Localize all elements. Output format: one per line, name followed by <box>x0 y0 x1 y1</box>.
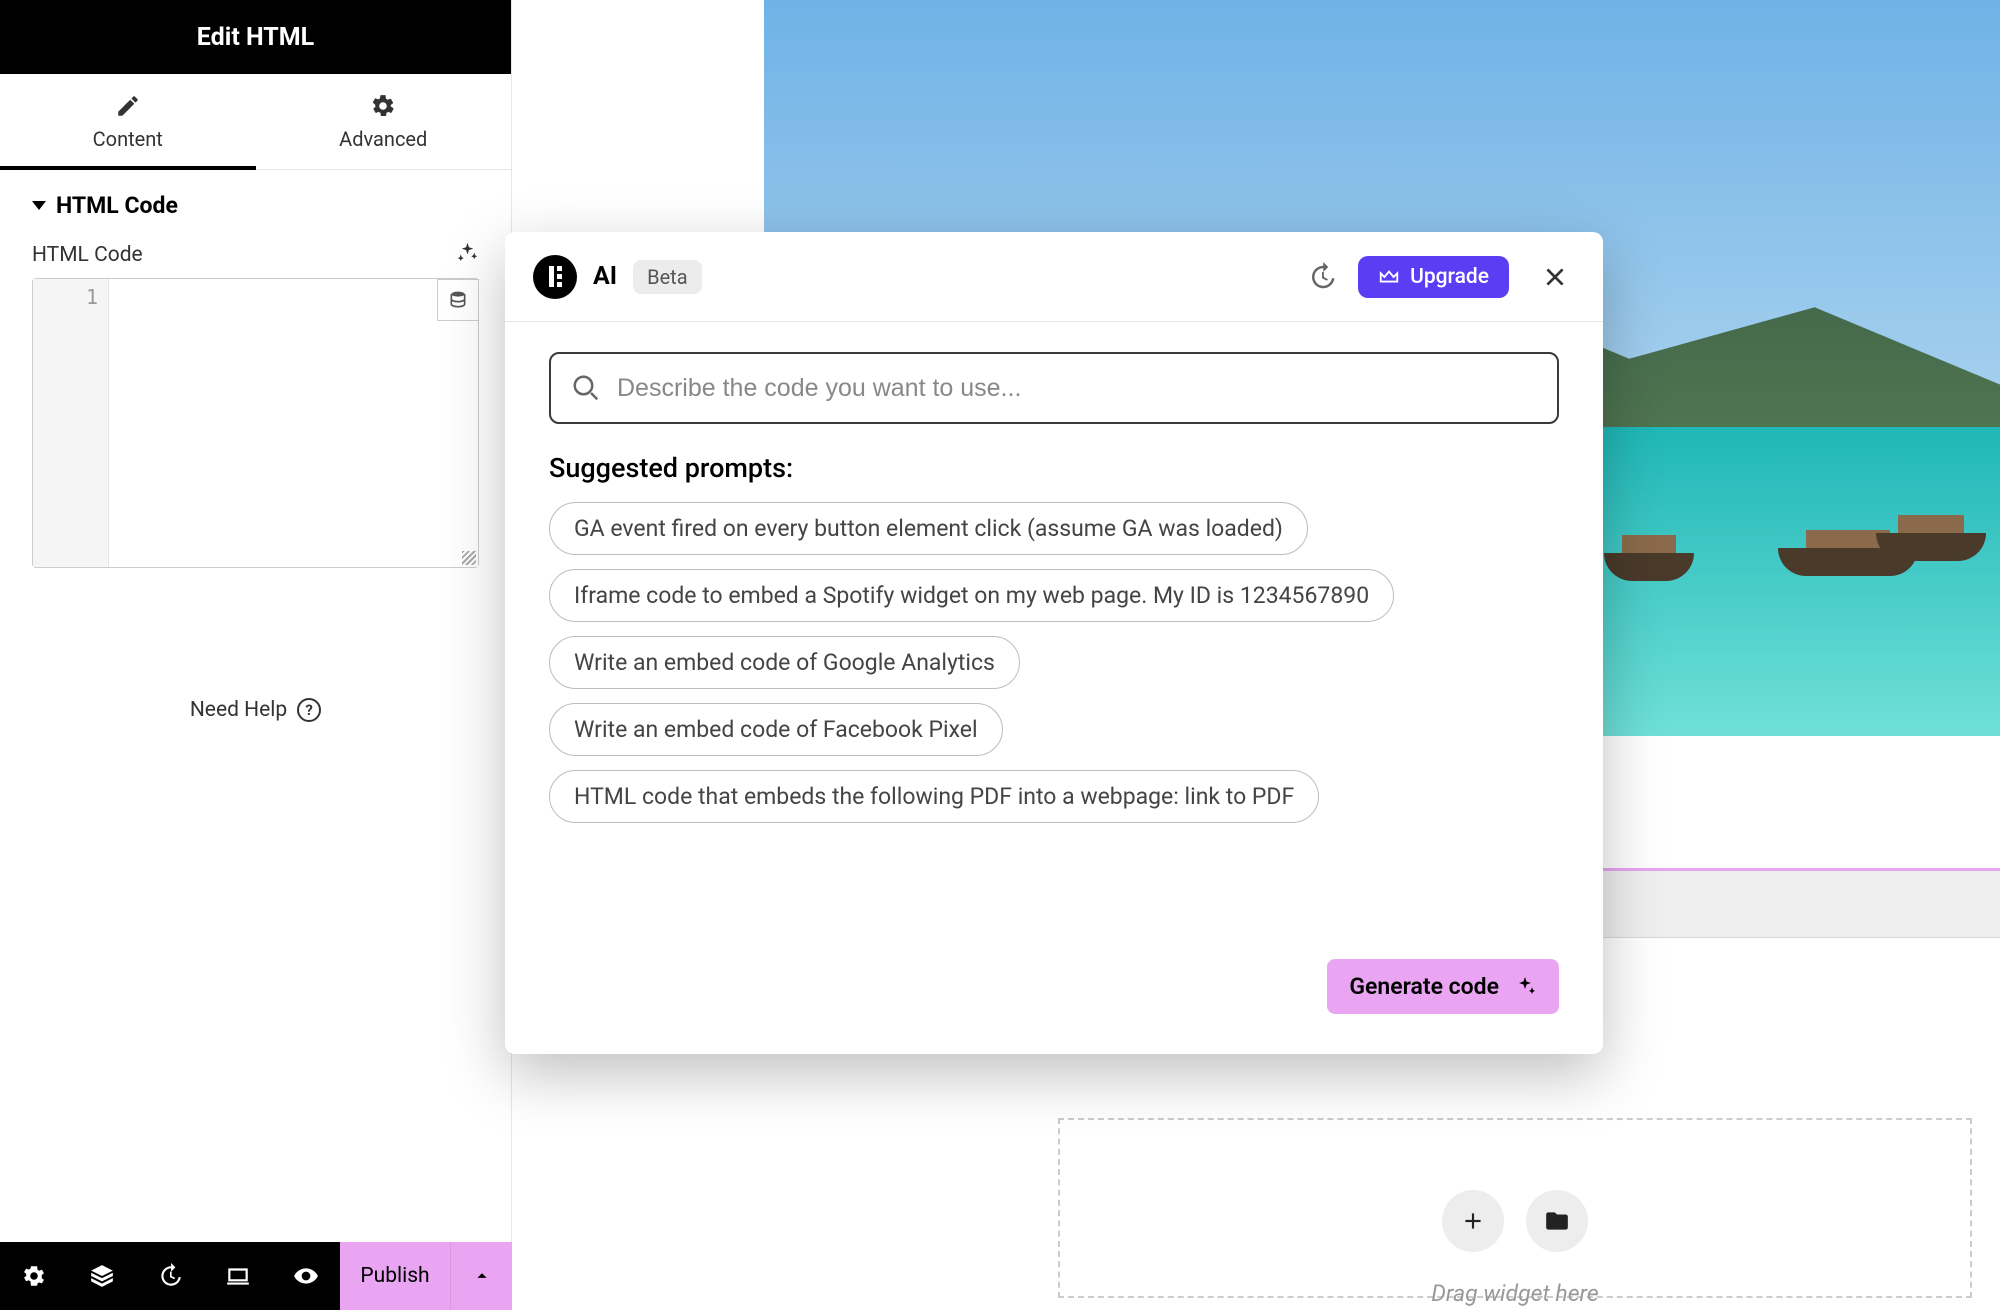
tab-advanced-label: Advanced <box>339 127 427 151</box>
suggested-prompt-chip[interactable]: HTML code that embeds the following PDF … <box>549 770 1319 823</box>
sidebar-tabs: Content Advanced <box>0 74 511 170</box>
beta-badge: Beta <box>633 260 702 294</box>
suggested-chips: GA event fired on every button element c… <box>549 502 1559 823</box>
modal-body: Suggested prompts: GA event fired on eve… <box>505 322 1603 959</box>
prompt-input-wrapper[interactable] <box>549 352 1559 424</box>
template-library-button[interactable] <box>1526 1190 1588 1252</box>
ai-sparkle-icon[interactable] <box>456 241 479 268</box>
sparkle-icon <box>1513 975 1537 999</box>
resize-handle-icon[interactable] <box>462 551 476 565</box>
sidebar-header: Edit HTML <box>0 0 511 74</box>
sidebar-title: Edit HTML <box>197 23 314 52</box>
tab-advanced[interactable]: Advanced <box>256 74 512 169</box>
need-help-link[interactable]: Need Help ? <box>0 698 511 722</box>
upgrade-label: Upgrade <box>1410 265 1489 289</box>
tab-content[interactable]: Content <box>0 74 256 169</box>
history-icon[interactable] <box>136 1242 204 1310</box>
section-label: HTML Code <box>56 192 178 219</box>
line-number: 1 <box>86 285 98 309</box>
dropzone-buttons <box>1442 1190 1588 1252</box>
hamburger-menu-icon[interactable] <box>18 17 58 57</box>
publish-button[interactable]: Publish <box>340 1242 450 1310</box>
upgrade-button[interactable]: Upgrade <box>1358 256 1509 298</box>
widgets-grid-icon[interactable] <box>453 17 493 57</box>
elementor-logo-icon <box>533 255 577 299</box>
help-icon: ? <box>297 698 321 722</box>
suggested-prompts-title: Suggested prompts: <box>549 452 1559 484</box>
prompt-input[interactable] <box>617 374 1537 403</box>
close-icon[interactable] <box>1535 257 1575 297</box>
publish-label: Publish <box>360 1264 429 1288</box>
generate-code-button[interactable]: Generate code <box>1327 959 1559 1014</box>
dropzone-text: Drag widget here <box>1431 1280 1598 1307</box>
sidebar-panel: Edit HTML Content Advanced HTML Code HTM… <box>0 0 512 1310</box>
drop-zone[interactable]: Drag widget here <box>1058 1118 1972 1298</box>
chevron-down-icon <box>32 201 46 210</box>
bottom-bar: Publish <box>0 1242 512 1310</box>
prompt-history-icon[interactable] <box>1302 257 1342 297</box>
need-help-label: Need Help <box>190 698 287 722</box>
suggested-prompt-chip[interactable]: Iframe code to embed a Spotify widget on… <box>549 569 1394 622</box>
generate-label: Generate code <box>1349 973 1499 1000</box>
suggested-prompt-chip[interactable]: Write an embed code of Google Analytics <box>549 636 1020 689</box>
modal-title: AI <box>593 262 617 291</box>
tab-content-label: Content <box>93 127 163 151</box>
publish-options-button[interactable] <box>450 1242 512 1310</box>
suggested-prompt-chip[interactable]: GA event fired on every button element c… <box>549 502 1308 555</box>
suggested-prompt-chip[interactable]: Write an embed code of Facebook Pixel <box>549 703 1003 756</box>
html-code-editor[interactable]: 1 <box>32 278 479 568</box>
add-widget-button[interactable] <box>1442 1190 1504 1252</box>
editor-gutter: 1 <box>33 279 109 567</box>
ai-modal: AI Beta Upgrade Suggested prompts: GA ev… <box>505 232 1603 1054</box>
modal-header: AI Beta Upgrade <box>505 232 1603 322</box>
dynamic-tags-icon[interactable] <box>437 279 479 321</box>
field-row: HTML Code <box>0 241 511 268</box>
field-label: HTML Code <box>32 243 143 267</box>
navigator-icon[interactable] <box>68 1242 136 1310</box>
search-icon <box>571 373 601 403</box>
settings-icon[interactable] <box>0 1242 68 1310</box>
preview-icon[interactable] <box>272 1242 340 1310</box>
editor-body[interactable] <box>109 279 478 567</box>
modal-footer: Generate code <box>505 959 1603 1054</box>
section-html-code[interactable]: HTML Code <box>0 170 511 241</box>
responsive-icon[interactable] <box>204 1242 272 1310</box>
